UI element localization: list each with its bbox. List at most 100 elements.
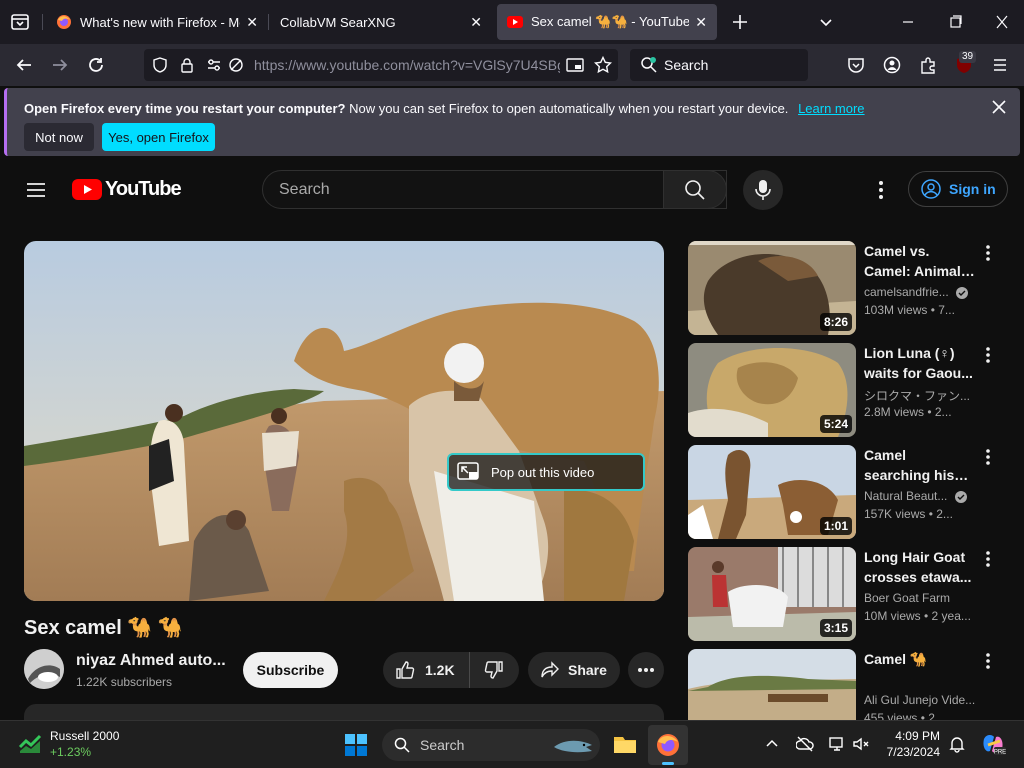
voice-search-button[interactable]	[743, 170, 783, 210]
pocket-icon[interactable]	[840, 49, 872, 81]
notification-bell-icon[interactable]	[948, 735, 966, 753]
video-thumbnail[interactable]: 5:24	[688, 343, 856, 437]
copilot-icon[interactable]: PRE	[980, 731, 1006, 757]
web-search-bar[interactable]: Search	[630, 49, 808, 81]
not-now-button[interactable]: Not now	[24, 123, 94, 151]
hamburger-menu-icon[interactable]	[984, 49, 1016, 81]
picture-in-picture-icon[interactable]	[566, 57, 584, 73]
shield-icon[interactable]	[152, 57, 168, 73]
lock-icon[interactable]	[180, 57, 194, 73]
tab-collabvm-searxng[interactable]: CollabVM SearXNG ✕	[270, 4, 492, 40]
firefox-icon	[56, 14, 72, 30]
subscribe-button[interactable]: Subscribe	[243, 652, 338, 688]
video-title[interactable]: Lion Luna (♀) waits for Gaou...	[864, 343, 976, 383]
tab-firefox-whats-new[interactable]: What's new with Firefox - More ✕	[46, 4, 268, 40]
recommendation-item[interactable]: 1:01 Camel searching his partner Natural…	[688, 445, 1008, 539]
learn-more-link[interactable]: Learn more	[798, 101, 864, 116]
verified-icon	[954, 490, 967, 503]
taskbar-firefox-button[interactable]	[648, 725, 688, 765]
url-text[interactable]: https://www.youtube.com/watch?v=VGlSy7U4…	[254, 57, 560, 73]
close-tab-icon[interactable]: ✕	[246, 14, 258, 31]
clock-date[interactable]: 7/23/2024	[876, 745, 940, 759]
taskbar-search-box[interactable]: Search	[382, 729, 600, 761]
search-icon	[685, 179, 705, 200]
recommendation-item[interactable]: 5:24 Lion Luna (♀) waits for Gaou... シロク…	[688, 343, 1008, 437]
clock-time[interactable]: 4:09 PM	[882, 729, 940, 743]
forward-icon[interactable]	[44, 49, 76, 81]
video-thumbnail[interactable]: 8:26	[688, 241, 856, 335]
recommendation-item[interactable]: 8:26 Camel vs. Camel: Animal Attack... c…	[688, 241, 1008, 335]
extensions-icon[interactable]	[912, 49, 944, 81]
youtube-search-input[interactable]: Search	[262, 170, 727, 209]
action-menu-icon[interactable]	[980, 447, 996, 467]
channel-name[interactable]: Natural Beaut...	[864, 489, 982, 503]
recommendation-item[interactable]: Camel 🐪 Ali Gul Junejo Vide... 455 views…	[688, 649, 1008, 720]
bookmark-star-icon[interactable]	[594, 56, 612, 74]
shark-search-highlight-icon	[554, 740, 592, 753]
file-explorer-icon[interactable]	[612, 731, 638, 757]
action-menu-icon[interactable]	[980, 651, 996, 671]
video-thumbnail[interactable]: 3:15	[688, 547, 856, 641]
tab-youtube[interactable]: Sex camel 🐪🐪 - YouTube ✕	[497, 4, 717, 40]
network-icon[interactable]	[828, 735, 846, 753]
like-button[interactable]: 1.2K	[383, 652, 470, 688]
notification-question: Open Firefox every time you restart your…	[24, 101, 346, 116]
windows-start-icon[interactable]	[344, 733, 368, 757]
video-title[interactable]: Camel vs. Camel: Animal Attack...	[864, 241, 976, 281]
notification-text: Now you can set Firefox to open automati…	[345, 101, 789, 116]
permissions-icon[interactable]	[206, 57, 222, 73]
video-title[interactable]: Long Hair Goat crosses etawa...	[864, 547, 976, 587]
pip-toggle-button[interactable]: Pop out this video	[447, 453, 645, 491]
channel-name[interactable]: シロクマ・ファン...	[864, 387, 982, 404]
close-tab-icon[interactable]: ✕	[695, 14, 707, 31]
video-title[interactable]: Camel 🐪	[864, 649, 976, 669]
share-icon	[541, 661, 559, 678]
channel-name[interactable]: niyaz Ahmed auto...	[76, 652, 226, 670]
active-indicator	[662, 762, 674, 765]
youtube-logo[interactable]: YouTube	[72, 178, 182, 201]
action-menu-icon[interactable]	[980, 345, 996, 365]
video-thumbnail[interactable]: 1:01	[688, 445, 856, 539]
channel-avatar[interactable]	[24, 649, 64, 689]
chevron-down-icon[interactable]	[816, 12, 836, 32]
youtube-search-button[interactable]	[663, 170, 727, 209]
user-icon	[921, 179, 941, 199]
action-menu-icon[interactable]	[980, 549, 996, 569]
volume-muted-icon[interactable]	[852, 735, 870, 753]
sign-in-label: Sign in	[949, 181, 996, 197]
channel-name[interactable]: Boer Goat Farm	[864, 591, 982, 605]
video-thumbnail[interactable]	[688, 649, 856, 720]
close-tab-icon[interactable]: ✕	[470, 14, 482, 31]
guide-menu-icon[interactable]	[24, 178, 48, 202]
youtube-logo-text: YouTube	[105, 178, 182, 200]
stock-chart-icon[interactable]	[18, 733, 42, 753]
video-player[interactable]: Pop out this video	[24, 241, 664, 601]
restore-icon[interactable]	[944, 12, 968, 32]
stock-name[interactable]: Russell 2000	[50, 729, 119, 743]
channel-name[interactable]: Ali Gul Junejo Vide...	[864, 693, 982, 707]
account-icon[interactable]	[876, 49, 908, 81]
list-all-tabs-icon[interactable]	[8, 10, 32, 34]
minimize-icon[interactable]	[896, 12, 920, 32]
reload-icon[interactable]	[80, 49, 112, 81]
description-box[interactable]	[24, 704, 664, 720]
new-tab-icon[interactable]	[730, 12, 750, 32]
cloud-offline-icon[interactable]	[796, 735, 814, 753]
url-bar[interactable]: https://www.youtube.com/watch?v=VGlSy7U4…	[144, 49, 618, 81]
autoplay-blocked-icon[interactable]	[228, 57, 244, 73]
yes-open-firefox-button[interactable]: Yes, open Firefox	[102, 123, 215, 151]
recommendation-item[interactable]: 3:15 Long Hair Goat crosses etawa... Boe…	[688, 547, 1008, 641]
close-window-icon[interactable]	[990, 12, 1014, 32]
chevron-up-icon[interactable]	[765, 737, 779, 751]
close-notification-icon[interactable]	[990, 98, 1008, 116]
back-icon[interactable]	[8, 49, 40, 81]
video-title[interactable]: Camel searching his partner	[864, 445, 976, 485]
channel-name[interactable]: camelsandfrie...	[864, 285, 982, 299]
action-menu-icon[interactable]	[980, 243, 996, 263]
share-button[interactable]: Share	[528, 652, 620, 688]
dislike-button[interactable]	[470, 652, 518, 688]
settings-kebab-icon[interactable]	[876, 178, 886, 202]
search-engine-icon[interactable]	[640, 56, 658, 74]
more-actions-button[interactable]	[628, 652, 664, 688]
sign-in-button[interactable]: Sign in	[908, 171, 1008, 207]
